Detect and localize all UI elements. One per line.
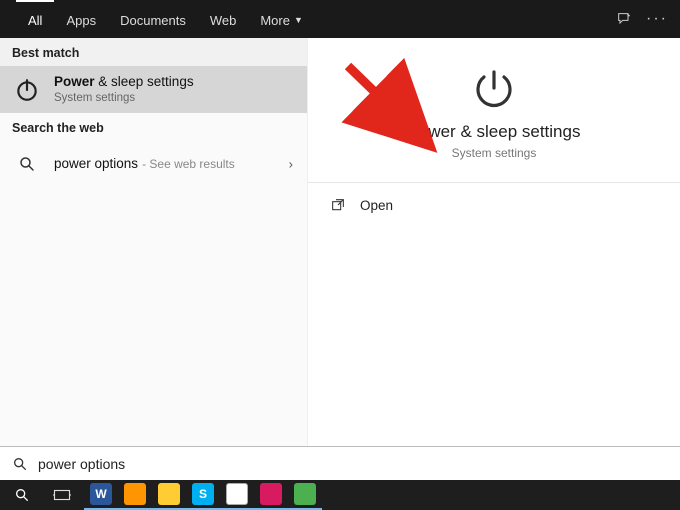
file-explorer-icon-glyph xyxy=(158,483,180,505)
taskbar: WS xyxy=(0,480,680,510)
open-action[interactable]: Open xyxy=(308,183,680,227)
word-app-icon-glyph: W xyxy=(90,483,112,505)
skype-app-icon[interactable]: S xyxy=(186,480,220,510)
power-icon xyxy=(470,64,518,112)
chevron-down-icon: ▼ xyxy=(294,15,303,25)
best-match-title: Power & sleep settings xyxy=(54,74,194,91)
search-scope-tabbar: All Apps Documents Web More ▼ ··· xyxy=(0,0,680,38)
tab-documents[interactable]: Documents xyxy=(108,0,198,38)
app6-icon[interactable] xyxy=(254,480,288,510)
search-box-row xyxy=(0,446,680,480)
app5-icon[interactable] xyxy=(220,480,254,510)
app7-icon[interactable] xyxy=(288,480,322,510)
open-label: Open xyxy=(360,198,393,213)
firefox-app-icon[interactable] xyxy=(118,480,152,510)
app6-icon-glyph xyxy=(260,483,282,505)
task-view-button[interactable] xyxy=(44,480,80,510)
search-icon xyxy=(12,149,42,179)
tab-all[interactable]: All xyxy=(16,0,54,38)
word-app-icon[interactable]: W xyxy=(84,480,118,510)
best-match-header: Best match xyxy=(0,38,307,66)
app5-icon-glyph xyxy=(226,483,248,505)
search-input[interactable] xyxy=(38,456,668,472)
skype-app-icon-glyph: S xyxy=(192,483,214,505)
tab-more-label: More xyxy=(260,13,290,28)
chevron-right-icon: › xyxy=(289,157,293,172)
power-icon xyxy=(12,75,42,105)
file-explorer-icon[interactable] xyxy=(152,480,186,510)
detail-subtitle: System settings xyxy=(452,146,537,160)
open-icon xyxy=(330,197,346,213)
more-options-icon[interactable]: ··· xyxy=(646,10,668,28)
tab-web[interactable]: Web xyxy=(198,0,249,38)
result-detail-pane: Power & sleep settings System settings O… xyxy=(308,38,680,446)
search-icon xyxy=(12,456,28,472)
app7-icon-glyph xyxy=(294,483,316,505)
tab-apps[interactable]: Apps xyxy=(54,0,108,38)
best-match-result[interactable]: Power & sleep settings System settings xyxy=(0,66,307,113)
best-match-subtitle: System settings xyxy=(54,91,194,105)
tab-more[interactable]: More ▼ xyxy=(248,0,315,38)
search-web-header: Search the web xyxy=(0,113,307,141)
feedback-icon[interactable] xyxy=(616,11,632,27)
firefox-app-icon-glyph xyxy=(124,483,146,505)
taskbar-search-button[interactable] xyxy=(4,480,40,510)
detail-title: Power & sleep settings xyxy=(408,122,581,142)
results-list: Best match Power & sleep settings System… xyxy=(0,38,308,446)
results-body: Best match Power & sleep settings System… xyxy=(0,38,680,446)
web-result-title: power options- See web results xyxy=(54,156,235,173)
web-result[interactable]: power options- See web results › xyxy=(0,141,307,187)
